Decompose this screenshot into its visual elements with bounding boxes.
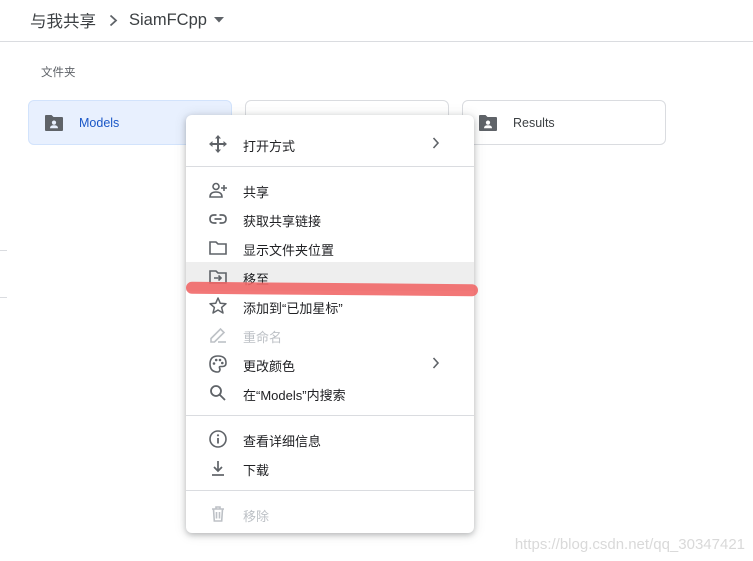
- menu-item-label: 获取共享链接: [243, 214, 322, 229]
- breadcrumb: 与我共享 SiamFCpp: [30, 8, 224, 32]
- menu-item-label: 共享: [243, 185, 270, 200]
- breadcrumb-current-folder[interactable]: SiamFCpp: [129, 11, 224, 30]
- folders-section-label: 文件夹: [41, 67, 76, 79]
- menu-divider: [186, 166, 474, 167]
- person-add-icon: [208, 180, 228, 200]
- left-edge-divider: [0, 250, 7, 251]
- header-divider: [0, 41, 753, 42]
- link-icon: [208, 209, 228, 229]
- watermark-text: https://blog.csdn.net/qq_30347421: [514, 536, 745, 553]
- shared-folder-icon: [45, 115, 63, 131]
- context-menu: 打开方式 共享 获取共享链接 显示文件夹位置 移至 添加到“已加星标” 重命名 …: [186, 115, 474, 533]
- menu-divider: [186, 415, 474, 416]
- menu-item-remove: 移除: [186, 499, 474, 528]
- menu-item-search-within[interactable]: 在“Models”内搜索: [186, 378, 474, 407]
- menu-item-change-color[interactable]: 更改颜色: [186, 349, 474, 378]
- chevron-right-icon: [109, 14, 118, 27]
- palette-icon: [208, 354, 228, 374]
- menu-item-label: 在“Models”内搜索: [243, 388, 346, 403]
- chevron-right-icon: [432, 357, 440, 369]
- pencil-icon: [208, 325, 228, 345]
- search-icon: [208, 383, 228, 403]
- menu-item-rename: 重命名: [186, 320, 474, 349]
- menu-item-share[interactable]: 共享: [186, 175, 474, 204]
- menu-item-get-link[interactable]: 获取共享链接: [186, 204, 474, 233]
- menu-item-label: 下载: [243, 463, 270, 478]
- shared-folder-icon: [479, 115, 497, 131]
- menu-item-label: 移除: [243, 509, 270, 524]
- menu-item-label: 显示文件夹位置: [243, 243, 335, 258]
- folder-name: Results: [513, 116, 555, 130]
- menu-item-open-with[interactable]: 打开方式: [186, 129, 474, 158]
- folder-card-results[interactable]: Results: [462, 100, 666, 145]
- menu-item-label: 重命名: [243, 330, 283, 345]
- dropdown-caret-icon: [213, 17, 224, 23]
- star-icon: [208, 296, 228, 316]
- menu-item-label: 添加到“已加星标”: [243, 301, 343, 316]
- folder-outline-icon: [208, 238, 228, 258]
- menu-item-download[interactable]: 下载: [186, 453, 474, 482]
- trash-icon: [208, 504, 228, 524]
- menu-item-show-location[interactable]: 显示文件夹位置: [186, 233, 474, 262]
- menu-item-label: 打开方式: [243, 139, 296, 154]
- menu-item-label: 查看详细信息: [243, 434, 322, 449]
- open-with-icon: [208, 134, 228, 154]
- breadcrumb-current-label: SiamFCpp: [129, 10, 207, 29]
- menu-divider: [186, 490, 474, 491]
- left-edge-divider: [0, 297, 7, 298]
- info-icon: [208, 429, 228, 449]
- download-icon: [208, 458, 228, 478]
- breadcrumb-root[interactable]: 与我共享: [30, 8, 96, 32]
- menu-item-view-details[interactable]: 查看详细信息: [186, 424, 474, 453]
- folder-name: Models: [79, 116, 120, 130]
- red-highlight-annotation: [185, 281, 479, 297]
- chevron-right-icon: [432, 137, 440, 149]
- menu-item-label: 更改颜色: [243, 359, 296, 374]
